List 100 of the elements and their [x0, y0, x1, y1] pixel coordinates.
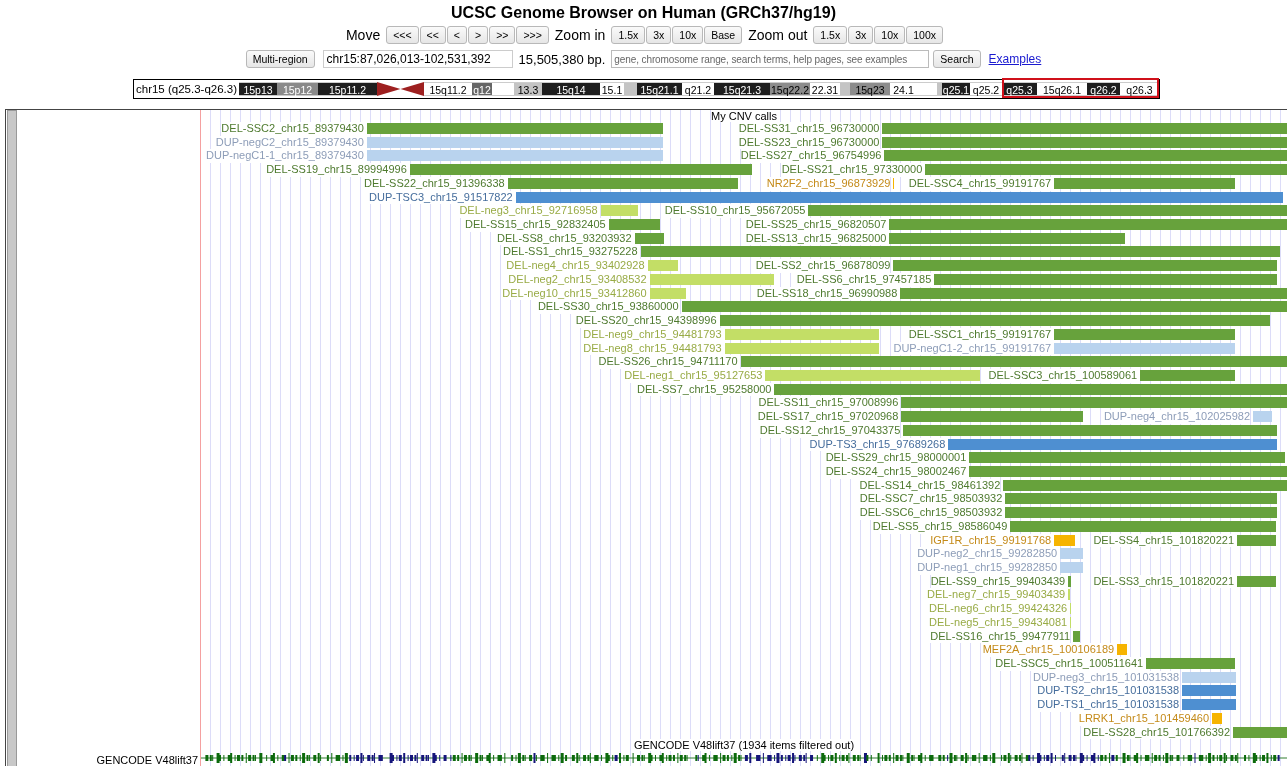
chromosome-band[interactable]: q12 — [472, 82, 492, 96]
cnv-bar[interactable] — [1060, 548, 1084, 560]
search-button[interactable]: Search — [933, 50, 981, 68]
move-button[interactable]: < — [446, 26, 467, 44]
move-button[interactable]: << — [419, 26, 446, 44]
track-label[interactable]: GENCODE V48lift37 — [96, 753, 198, 766]
multi-region-button[interactable]: Multi-region — [245, 50, 315, 68]
cnv-bar[interactable] — [1054, 534, 1076, 546]
cnv-bar[interactable] — [889, 232, 1126, 244]
cnv-label: DEL-SS19_chr15_89994996 — [266, 163, 407, 177]
cnv-bar[interactable] — [1140, 369, 1236, 381]
cnv-bar[interactable] — [882, 136, 1287, 148]
chromosome-band[interactable]: 24.1 — [890, 82, 917, 96]
zoom-in-button[interactable]: Base — [704, 26, 743, 44]
cnv-bar[interactable] — [1182, 699, 1237, 711]
cnv-bar[interactable] — [1233, 726, 1287, 738]
cnv-bar[interactable] — [640, 246, 1280, 258]
chromosome-band[interactable]: 13.3 — [514, 82, 542, 96]
chromosome-band[interactable]: 15q26.1 — [1037, 82, 1087, 96]
cnv-bar[interactable] — [1003, 479, 1287, 491]
move-button[interactable]: >>> — [516, 26, 549, 44]
cnv-bar[interactable] — [1068, 575, 1072, 587]
cnv-bar[interactable] — [901, 411, 1084, 423]
cnv-bar[interactable] — [884, 150, 1287, 162]
cnv-bar[interactable] — [1212, 712, 1223, 724]
chromosome-band[interactable]: 15q21.1 — [637, 82, 682, 96]
position-field[interactable]: chr15:87,026,013-102,531,392 — [322, 50, 513, 68]
zoom-out-button[interactable]: 1.5x — [813, 26, 848, 44]
move-button[interactable]: >> — [489, 26, 516, 44]
zoom-out-button[interactable]: 10x — [874, 26, 906, 44]
chromosome-band[interactable]: 15q11.2 — [424, 82, 472, 96]
move-button[interactable]: > — [468, 26, 489, 44]
cnv-label: DEL-SS6_chr15_97457185 — [796, 272, 932, 287]
chromosome-band[interactable] — [917, 82, 937, 96]
cnv-bar[interactable] — [925, 164, 1287, 176]
chromosome-band[interactable]: 15p11.2 — [318, 82, 377, 96]
cnv-label: IGF1R_chr15_99191768 — [930, 533, 1052, 548]
cnv-bar[interactable] — [901, 397, 1287, 409]
chromosome-band[interactable]: q25.3 — [1002, 82, 1037, 96]
chromosome-band[interactable]: q21.2 — [682, 82, 714, 96]
move-button[interactable]: <<< — [386, 26, 419, 44]
cnv-bar[interactable] — [1073, 630, 1081, 642]
cnv-bar[interactable] — [1054, 342, 1236, 354]
cnv-bar[interactable] — [681, 301, 1287, 313]
cnv-bar[interactable] — [1182, 685, 1237, 697]
cnv-bar[interactable] — [808, 205, 1287, 217]
drag-strip[interactable] — [7, 110, 17, 766]
chromosome-band[interactable]: q25.1 — [942, 82, 970, 96]
zoom-out-button[interactable]: 100x — [906, 26, 944, 44]
chromosome-band[interactable]: 22.31 — [810, 82, 840, 96]
cnv-label: DEL-neg3_chr15_92716958 — [459, 204, 598, 219]
cnv-bar[interactable] — [903, 424, 1277, 436]
chromosome-ideogram[interactable]: chr15 (q25.3-q26.3) 15p13 15p12 15p11.2 15q11.2 q12 13.3 15q14 15.1 15q21.1 q21.2 15q21.3 15q22.2 22.31 15q23 24.1 q25.1 q25.2 q25.3 15q26.1 q26.2 q26.3 — [133, 79, 1160, 99]
cnv-bar[interactable] — [634, 232, 664, 244]
cnv-bar[interactable] — [366, 150, 663, 162]
cnv-bar[interactable] — [900, 287, 1287, 299]
cnv-label: DUP-neg2_chr15_99282850 — [917, 547, 1058, 561]
cnv-bar[interactable] — [1253, 411, 1272, 423]
cnv-bar[interactable] — [719, 315, 1270, 327]
chromosome-band[interactable]: 15q21.3 — [714, 82, 770, 96]
cnv-bar[interactable] — [1005, 507, 1277, 519]
cnv-bar[interactable] — [409, 164, 753, 176]
cnv-bar[interactable] — [1010, 520, 1276, 532]
search-field[interactable]: gene, chromosome range, search terms, help pages, see examples — [611, 50, 930, 68]
cnv-bar[interactable] — [1054, 328, 1236, 340]
chromosome-band[interactable]: q25.2 — [970, 82, 1002, 96]
chromosome-band[interactable]: 15q22.2 — [770, 82, 810, 96]
cnv-bar[interactable] — [366, 136, 663, 148]
chromosome-band[interactable]: 15p13 — [239, 82, 277, 96]
cnv-bar[interactable] — [515, 191, 1283, 203]
cnv-bar[interactable] — [1237, 575, 1276, 587]
cnv-bar[interactable] — [507, 177, 739, 189]
cnv-bar[interactable] — [1005, 493, 1277, 505]
cnv-bar[interactable] — [1117, 644, 1128, 656]
chromosome-band[interactable]: q26.3 — [1120, 82, 1159, 96]
cnv-bar[interactable] — [774, 383, 1287, 395]
zoom-in-button[interactable]: 3x — [646, 26, 672, 44]
chromosome-band[interactable]: q26.2 — [1087, 82, 1120, 96]
chromosome-band[interactable]: 15q23 — [850, 82, 890, 96]
cnv-bar[interactable] — [740, 356, 1287, 368]
zoom-in-button[interactable]: 1.5x — [611, 26, 646, 44]
chromosome-band[interactable]: 15q14 — [542, 82, 600, 96]
cnv-bar[interactable] — [893, 260, 1277, 272]
chromosome-band[interactable] — [492, 82, 514, 96]
cnv-bar[interactable] — [1060, 562, 1084, 573]
chromosome-band[interactable]: 15.1 — [600, 82, 624, 96]
cnv-label: DEL-SS27_chr15_96754996 — [740, 149, 882, 164]
examples-link[interactable]: Examples — [988, 52, 1042, 66]
zoom-in-button[interactable]: 10x — [672, 26, 704, 44]
cnv-bar[interactable] — [934, 273, 1277, 285]
cnv-bar[interactable] — [969, 465, 1287, 477]
cnv-bar[interactable] — [1182, 671, 1237, 683]
cnv-bar[interactable] — [969, 452, 1285, 464]
cnv-bar[interactable] — [948, 438, 1277, 450]
cnv-bar[interactable] — [1237, 534, 1276, 546]
cnv-bar[interactable] — [1146, 658, 1236, 670]
cnv-bar[interactable] — [1054, 177, 1236, 189]
cnv-bar[interactable] — [889, 219, 1287, 231]
cnv-bar[interactable] — [608, 219, 660, 231]
zoom-out-button[interactable]: 3x — [848, 26, 874, 44]
